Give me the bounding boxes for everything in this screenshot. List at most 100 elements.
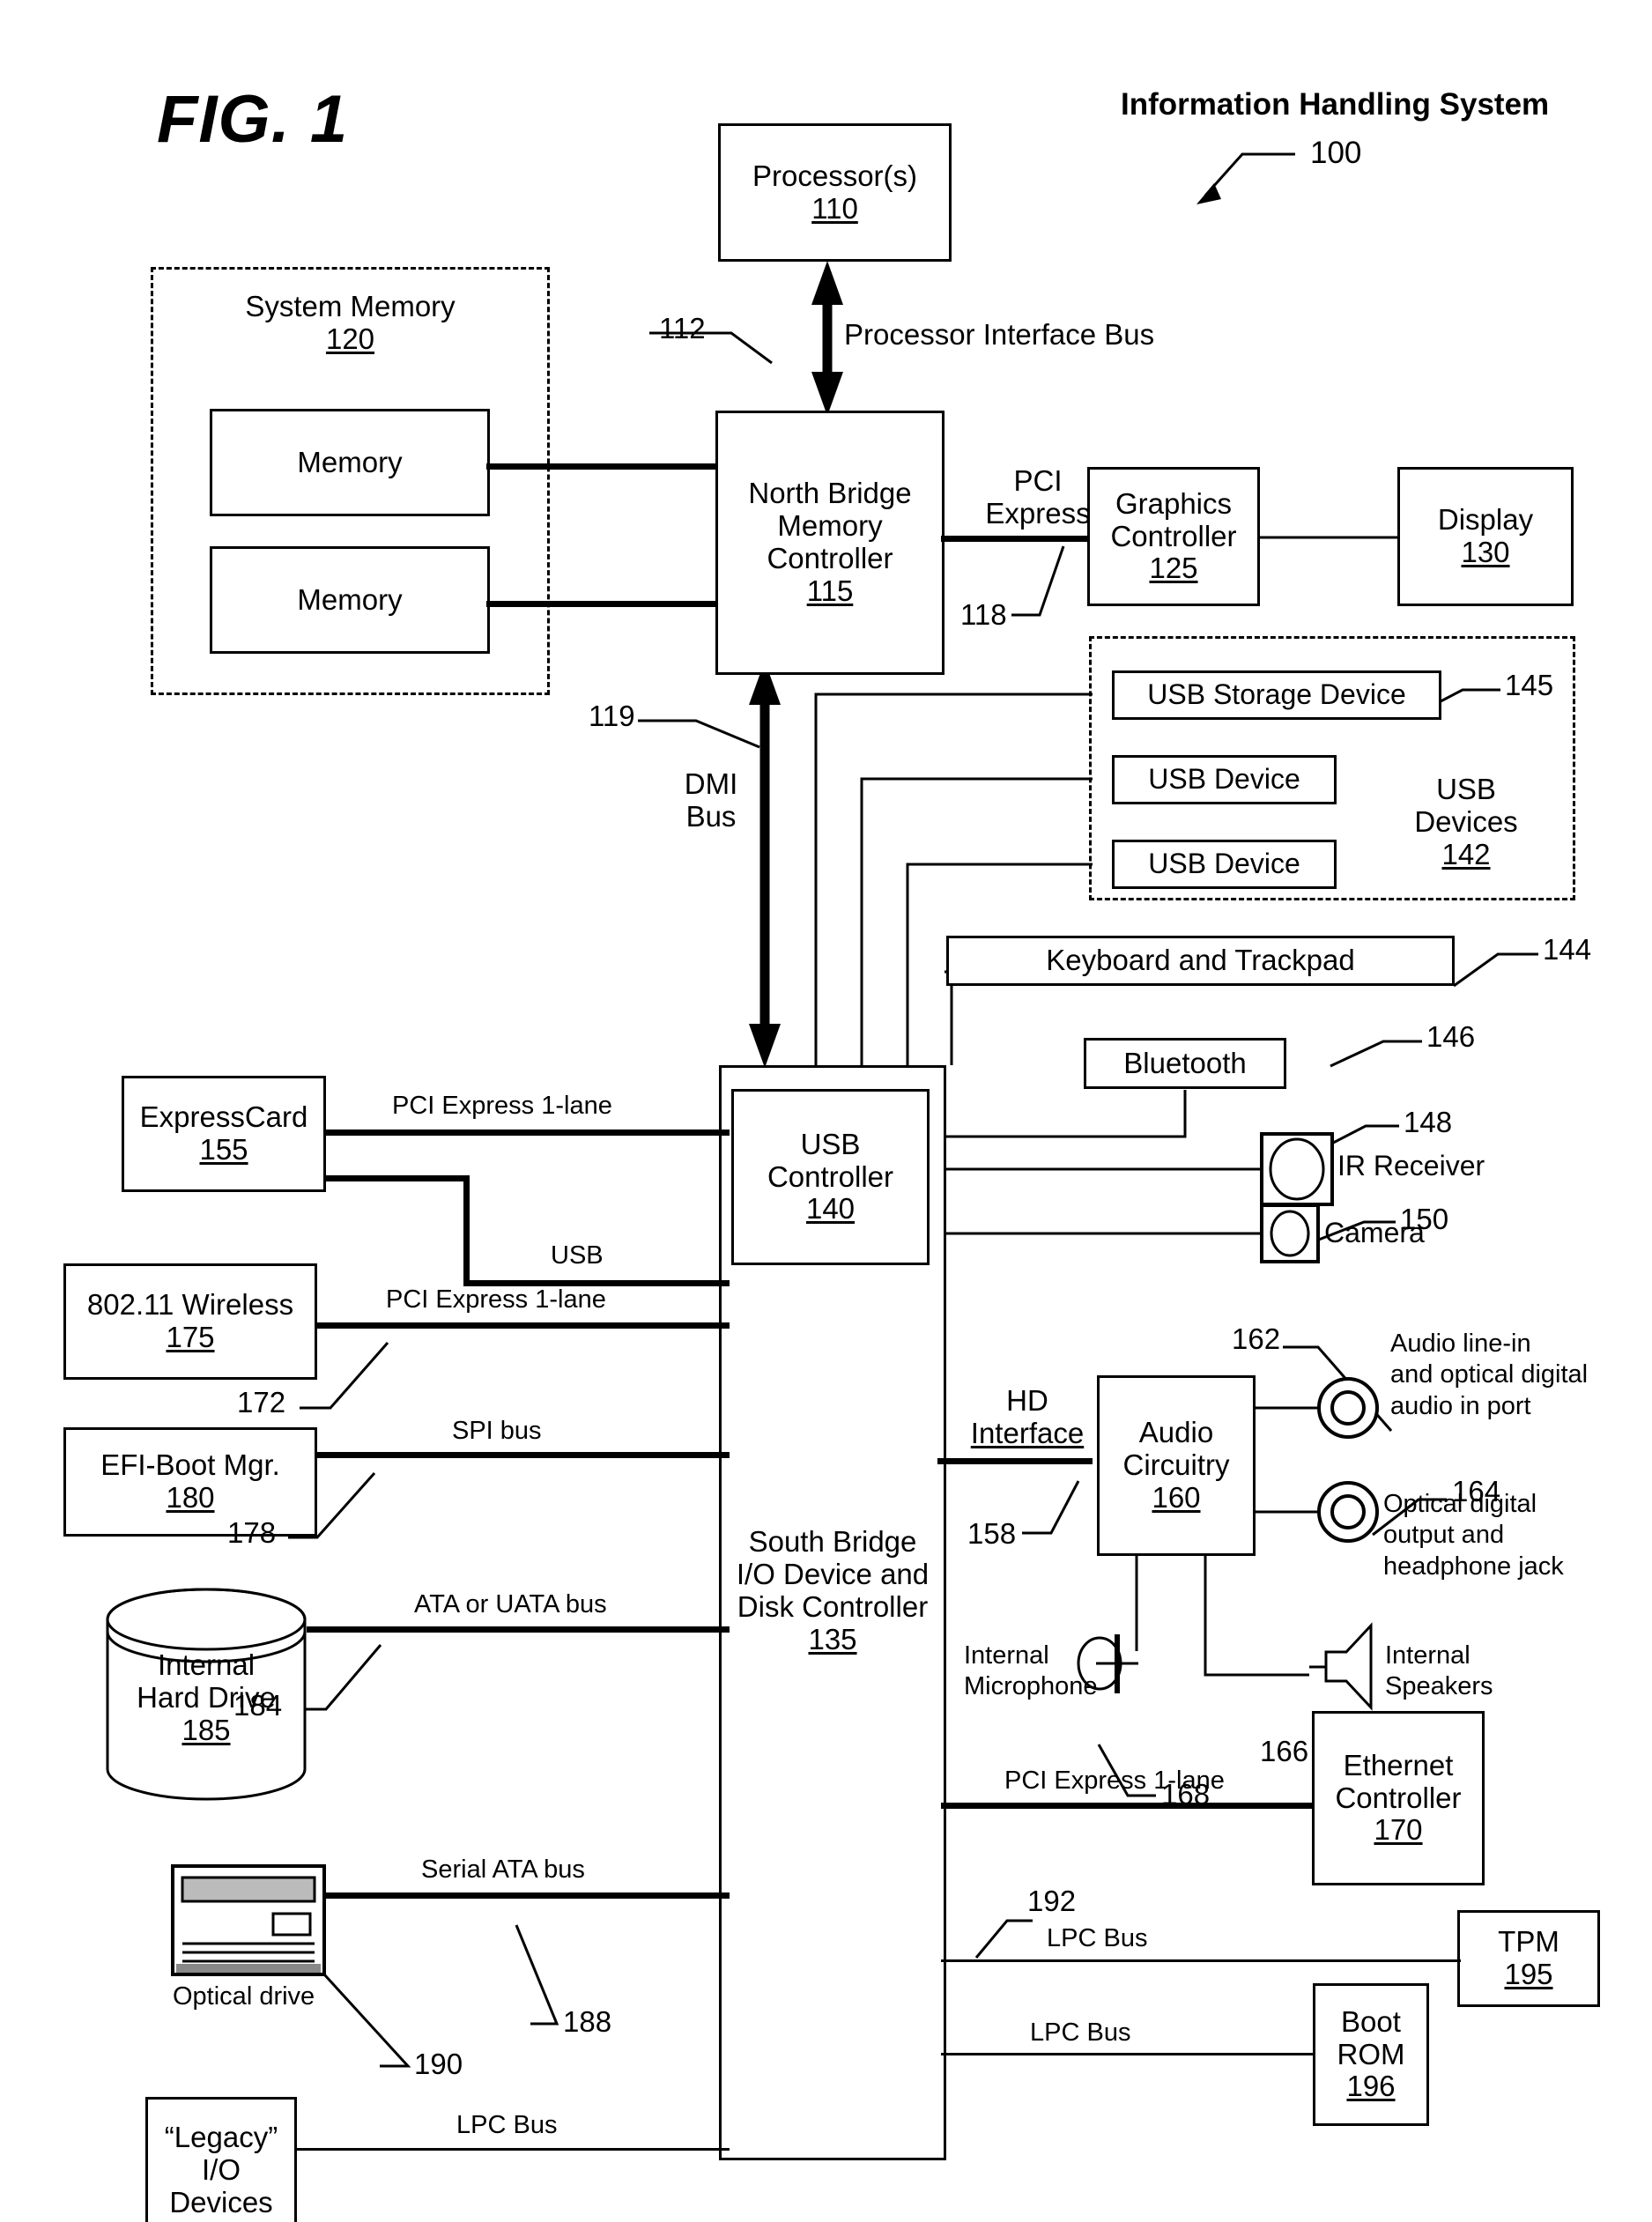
expresscard-pcie-bus [324, 1130, 730, 1136]
graphics-ref: 125 [1149, 552, 1198, 585]
ethernet-pcie-label: PCI Express 1-lane [1004, 1766, 1225, 1795]
ir-receiver-label: IR Receiver [1337, 1150, 1485, 1181]
camera-ref: 150 [1400, 1203, 1449, 1235]
north-bridge-line2: Memory [777, 509, 883, 543]
dmi-line2: Bus [685, 799, 737, 833]
bluetooth-label: Bluetooth [1123, 1046, 1247, 1079]
audio-in-line1: Audio line-in [1390, 1329, 1531, 1358]
efi-ref: 180 [166, 1481, 215, 1514]
usb-controller-line1: USB [800, 1127, 861, 1160]
north-bridge-line3: Controller [767, 542, 893, 574]
processor-ref: 110 [811, 191, 858, 225]
hd-interface-bus [937, 1458, 1093, 1464]
keyboard-trackpad-block[interactable]: Keyboard and Trackpad [946, 936, 1455, 986]
usb-device-2-block[interactable]: USB Device [1112, 840, 1337, 889]
usb-storage-ref: 145 [1505, 669, 1554, 701]
audio-in-port-label: Audio line-in and optical digital audio … [1390, 1329, 1588, 1422]
dmi-line1: DMI [684, 767, 738, 800]
processor-block[interactable]: Processor(s) 110 [718, 123, 952, 262]
legacy-io-line1: “Legacy” [164, 2120, 278, 2153]
usb-device-1-label: USB Device [1148, 763, 1300, 796]
expresscard-ref: 155 [199, 1133, 248, 1166]
processor-interface-bus-label: Processor Interface Bus [844, 318, 1155, 351]
display-ref: 130 [1461, 536, 1510, 568]
dmi-bus-label: DMI Bus [663, 767, 759, 833]
figure-label: FIG. 1 [157, 82, 349, 157]
memory-2-label: Memory [297, 582, 403, 616]
wireless-label: 802.11 Wireless [86, 1288, 294, 1322]
hd-interface-line1: HD [1006, 1384, 1048, 1417]
audio-circuitry-block[interactable]: Audio Circuitry 160 [1097, 1375, 1256, 1556]
ethernet-pcie-bus [941, 1803, 1315, 1809]
north-bridge-block[interactable]: North Bridge Memory Controller 115 [715, 411, 945, 675]
lpc-tpm-label: LPC Bus [1047, 1924, 1148, 1952]
lpc-tpm-bus-2 [1276, 1959, 1461, 1962]
wireless-pcie-label: PCI Express 1-lane [386, 1285, 606, 1314]
page-title: Information Handling System [1121, 87, 1550, 122]
expresscard-usb-bus-riser [463, 1175, 470, 1286]
expresscard-block[interactable]: ExpressCard 155 [122, 1076, 326, 1192]
tpm-ref: 195 [1504, 1958, 1553, 1990]
keyboard-ref: 144 [1543, 933, 1592, 966]
internal-speakers-label: Internal Speakers [1385, 1641, 1493, 1702]
sata-bus-ref: 188 [563, 2005, 612, 2038]
bluetooth-block[interactable]: Bluetooth [1084, 1038, 1286, 1089]
audio-in-line2: and optical digital [1390, 1360, 1589, 1389]
hd-interface-label: HD Interface [957, 1384, 1098, 1450]
lpc-tpm-bus [941, 1959, 1285, 1962]
lpc-tpm-ref: 192 [1027, 1885, 1077, 1917]
memory-block-1[interactable]: Memory [210, 409, 490, 516]
expresscard-pcie-label: PCI Express 1-lane [392, 1092, 612, 1120]
legacy-io-line3: Devices [169, 2185, 273, 2218]
ata-bus-label: ATA or UATA bus [414, 1590, 607, 1618]
internal-speakers-line2: Speakers [1385, 1671, 1493, 1700]
wireless-block[interactable]: 802.11 Wireless 175 [63, 1263, 317, 1380]
usb-devices-line1: USB [1436, 773, 1496, 805]
usb-device-2-label: USB Device [1148, 848, 1300, 880]
usb-controller-ref: 140 [805, 1192, 856, 1226]
legacy-io-block[interactable]: “Legacy” I/O Devices 198 [145, 2097, 297, 2222]
optical-drive-label: Optical drive [173, 1982, 315, 2011]
legacy-io-ref: 198 [196, 2218, 245, 2222]
usb-storage-device-block[interactable]: USB Storage Device [1112, 670, 1441, 720]
usb-devices-group-label: USB Devices 142 [1378, 773, 1554, 871]
sata-bus [322, 1892, 730, 1899]
audio-in-line3: audio in port [1390, 1391, 1531, 1420]
processor-label: Processor(s) [752, 159, 918, 192]
audio-ref: 160 [1152, 1480, 1201, 1514]
pcie-graphics-bus [941, 536, 1089, 542]
bluetooth-ref: 146 [1426, 1020, 1476, 1053]
display-label: Display [1437, 503, 1534, 537]
usb-devices-ref: 142 [1441, 837, 1491, 870]
memory-1-label: Memory [297, 445, 403, 478]
pcie-graphics-line2: Express [985, 496, 1091, 530]
memory-1-bus [486, 463, 719, 470]
graphics-line2: Controller [1110, 519, 1237, 552]
ethernet-line1: Ethernet [1343, 1748, 1454, 1781]
efi-label: EFI-Boot Mgr. [100, 1448, 280, 1482]
legacy-io-line2: I/O [201, 2152, 241, 2186]
wireless-ref: 175 [166, 1321, 215, 1353]
north-bridge-line1: North Bridge [748, 477, 912, 510]
ata-bus-ref: 184 [233, 1689, 283, 1722]
audio-out-line2: output and [1383, 1521, 1505, 1550]
usb-device-1-block[interactable]: USB Device [1112, 755, 1337, 804]
usb-storage-label: USB Storage Device [1147, 678, 1406, 711]
lpc-bootrom-label: LPC Bus [1030, 2018, 1131, 2047]
audio-in-port-ref: 162 [1232, 1322, 1281, 1355]
memory-block-2[interactable]: Memory [210, 546, 490, 654]
usb-controller-block[interactable]: USB Controller 140 [731, 1089, 930, 1265]
expresscard-usb-bus-top [324, 1175, 470, 1181]
graphics-controller-block[interactable]: Graphics Controller 125 [1087, 467, 1260, 606]
display-block[interactable]: Display 130 [1397, 467, 1574, 606]
boot-rom-block[interactable]: Boot ROM 196 [1313, 1983, 1429, 2126]
pcie-graphics-ref: 118 [960, 598, 1007, 631]
tpm-block[interactable]: TPM 195 [1457, 1910, 1600, 2007]
spi-bus [315, 1452, 730, 1458]
hd-interface-ref: 158 [967, 1517, 1017, 1550]
lpc-legacy-label: LPC Bus [456, 2111, 558, 2139]
sata-bus-label: Serial ATA bus [421, 1855, 585, 1884]
efi-boot-mgr-block[interactable]: EFI-Boot Mgr. 180 [63, 1427, 317, 1537]
south-bridge-line3: Disk Controller [737, 1589, 929, 1623]
ethernet-controller-block[interactable]: Ethernet Controller 170 [1312, 1711, 1485, 1885]
